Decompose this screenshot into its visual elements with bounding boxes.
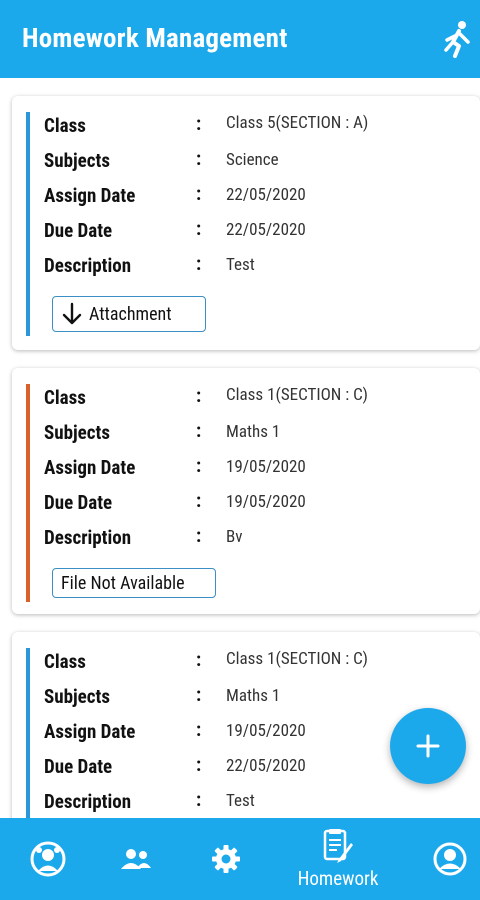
subjects-row: Subjects : Maths 1 — [44, 419, 464, 451]
subjects-value: Maths 1 — [226, 686, 281, 706]
subjects-value: Science — [226, 150, 279, 170]
document-pen-icon — [323, 828, 353, 863]
due-date-label: Due Date — [44, 755, 113, 778]
colon: : — [196, 788, 202, 811]
nav-item-students[interactable] — [118, 818, 154, 900]
colon: : — [196, 112, 202, 135]
class-label: Class — [44, 650, 86, 673]
description-row: Description : Test — [44, 252, 464, 284]
page-title: Homework Management — [22, 22, 288, 54]
colon: : — [196, 182, 202, 205]
description-value: Test — [226, 255, 255, 275]
homework-card[interactable]: Class : Class 5(SECTION : A) Subjects : … — [12, 96, 480, 350]
assign-date-value: 22/05/2020 — [226, 185, 306, 205]
logout-icon[interactable] — [442, 20, 472, 58]
description-row: Description : Bv — [44, 524, 464, 556]
file-not-available-label: File Not Available — [61, 572, 185, 594]
card-accent-bar — [26, 648, 30, 818]
homework-card[interactable]: Class : Class 1(SECTION : C) Subjects : … — [12, 368, 480, 614]
class-value: Class 1(SECTION : C) — [226, 649, 368, 669]
assign-date-value: 19/05/2020 — [226, 721, 306, 741]
colon: : — [196, 384, 202, 407]
description-row: Description : Test — [44, 788, 464, 818]
nav-item-homework[interactable]: Homework — [284, 818, 392, 900]
subjects-value: Maths 1 — [226, 422, 281, 442]
card-accent-bar — [26, 384, 30, 602]
colon: : — [196, 454, 202, 477]
add-homework-button[interactable] — [390, 708, 466, 784]
assign-date-label: Assign Date — [44, 720, 136, 743]
homework-list[interactable]: Class : Class 5(SECTION : A) Subjects : … — [0, 78, 480, 818]
assign-date-label: Assign Date — [44, 456, 136, 479]
colon: : — [196, 489, 202, 512]
colon: : — [196, 252, 202, 275]
assign-date-row: Assign Date : 19/05/2020 — [44, 454, 464, 486]
subjects-label: Subjects — [44, 685, 110, 708]
colon: : — [196, 683, 202, 706]
gear-icon — [212, 845, 240, 873]
colon: : — [196, 718, 202, 741]
description-label: Description — [44, 790, 132, 813]
nav-item-settings[interactable] — [208, 818, 244, 900]
colon: : — [196, 753, 202, 776]
colon: : — [196, 147, 202, 170]
subjects-row: Subjects : Science — [44, 147, 464, 179]
colon: : — [196, 217, 202, 240]
description-label: Description — [44, 254, 132, 277]
subjects-label: Subjects — [44, 421, 110, 444]
colon: : — [196, 419, 202, 442]
nav-item-homework-label: Homework — [297, 866, 379, 890]
due-date-value: 22/05/2020 — [226, 220, 306, 240]
nav-item-profile[interactable] — [430, 818, 470, 900]
attachment-button[interactable]: Attachment — [52, 296, 206, 332]
due-date-value: 19/05/2020 — [226, 492, 306, 512]
subjects-label: Subjects — [44, 149, 110, 172]
description-value: Bv — [226, 527, 243, 547]
nav-item-dashboard[interactable] — [26, 818, 70, 900]
colon: : — [196, 524, 202, 547]
class-value: Class 5(SECTION : A) — [226, 113, 369, 133]
colon: : — [196, 648, 202, 671]
due-date-value: 22/05/2020 — [226, 756, 306, 776]
class-row: Class : Class 1(SECTION : C) — [44, 648, 464, 680]
class-value: Class 1(SECTION : C) — [226, 385, 368, 405]
class-row: Class : Class 1(SECTION : C) — [44, 384, 464, 416]
file-not-available-button[interactable]: File Not Available — [52, 568, 216, 598]
assign-date-label: Assign Date — [44, 184, 136, 207]
class-label: Class — [44, 386, 86, 409]
due-date-label: Due Date — [44, 491, 113, 514]
class-label: Class — [44, 114, 86, 137]
bottom-nav: Homework — [0, 818, 480, 900]
attachment-button-label: Attachment — [89, 303, 172, 325]
assign-date-value: 19/05/2020 — [226, 457, 306, 477]
subjects-row: Subjects : Maths 1 — [44, 683, 464, 715]
app-bar: Homework Management — [0, 0, 480, 78]
plus-icon — [416, 734, 440, 758]
description-value: Test — [226, 791, 255, 811]
kid-face-icon — [30, 841, 66, 877]
profile-icon — [433, 842, 467, 876]
download-arrow-icon — [62, 302, 82, 325]
card-accent-bar — [26, 112, 30, 336]
assign-date-row: Assign Date : 22/05/2020 — [44, 182, 464, 214]
due-date-label: Due Date — [44, 219, 113, 242]
people-icon — [121, 849, 151, 869]
class-row: Class : Class 5(SECTION : A) — [44, 112, 464, 144]
due-date-row: Due Date : 19/05/2020 — [44, 489, 464, 521]
description-label: Description — [44, 526, 132, 549]
due-date-row: Due Date : 22/05/2020 — [44, 217, 464, 249]
